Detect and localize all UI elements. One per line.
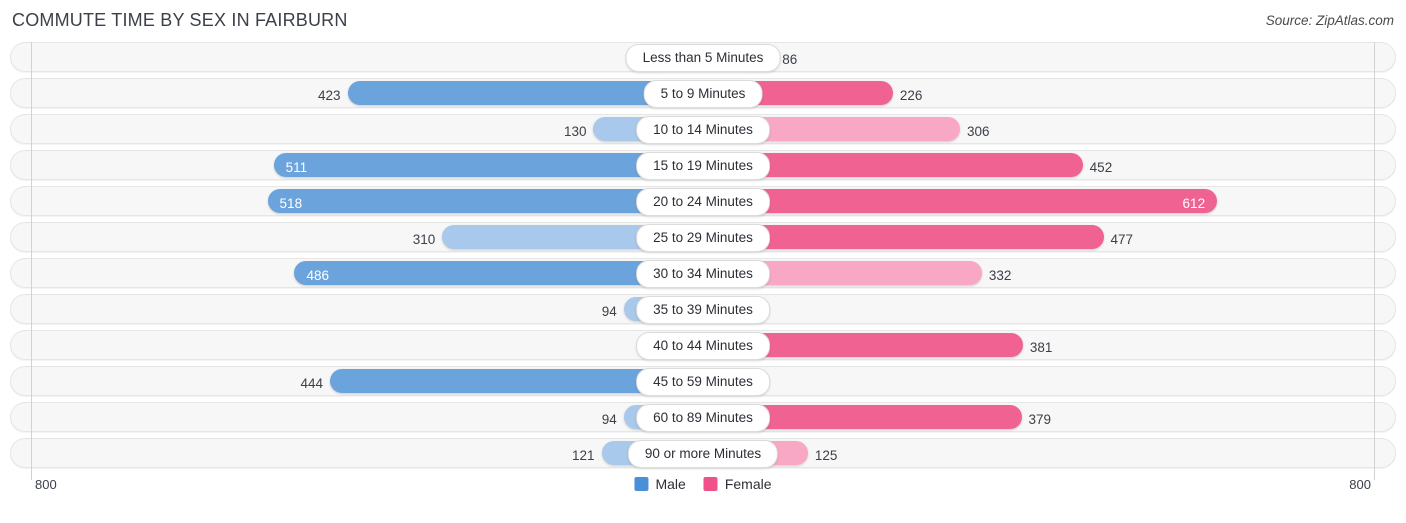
female-bar[interactable]: 612	[703, 189, 1218, 213]
male-value-label: 310	[412, 232, 436, 247]
male-half: 94	[31, 294, 703, 324]
legend-label: Male	[655, 476, 686, 492]
category-label: 45 to 59 Minutes	[636, 368, 770, 396]
male-half: 423	[31, 78, 703, 108]
male-value-label: 511	[285, 160, 308, 175]
legend-item[interactable]: Male	[634, 476, 686, 492]
legend-swatch-icon	[634, 477, 649, 491]
male-value-label: 121	[572, 448, 595, 463]
female-half: 477	[703, 222, 1375, 252]
female-value-label: 381	[1029, 340, 1053, 355]
category-label: 5 to 9 Minutes	[643, 80, 763, 108]
female-half: 44	[703, 294, 1375, 324]
male-half: 52	[31, 42, 703, 72]
female-value-label: 452	[1089, 160, 1113, 175]
chart-row: 52 86Less than 5 Minutes	[10, 42, 1396, 72]
chart-row: 310 477 25 to 29 Minutes	[10, 222, 1396, 252]
chart-plot-area: 52 86Less than 5 Minutes 423 226 5 to 9 Minu…	[10, 42, 1396, 480]
male-half: 1	[31, 330, 703, 360]
female-value-label: 612	[1182, 196, 1206, 211]
category-label: 15 to 19 Minutes	[636, 152, 770, 180]
chart-row: 1 381 40 to 44 Minutes	[10, 330, 1396, 360]
chart-row: 94 379 60 to 89 Minutes	[10, 402, 1396, 432]
female-half: 379	[703, 402, 1375, 432]
chart-header: COMMUTE TIME BY SEX IN FAIRBURN Source: …	[0, 0, 1406, 42]
category-label: 40 to 44 Minutes	[636, 332, 770, 360]
chart-row: 486 332 30 to 34 Minutes	[10, 258, 1396, 288]
chart-row: 130 306 10 to 14 Minutes	[10, 114, 1396, 144]
axis-max-right: 800	[1349, 477, 1371, 492]
chart-legend: Male Female	[634, 476, 772, 492]
male-half: 511	[31, 150, 703, 180]
chart-row: 518 612 20 to 24 Minutes	[10, 186, 1396, 216]
female-half: 306	[703, 114, 1375, 144]
category-label: 30 to 34 Minutes	[636, 260, 770, 288]
female-value-label: 226	[899, 88, 923, 103]
female-half: 381	[703, 330, 1375, 360]
male-value-label: 486	[306, 268, 329, 283]
male-half: 94	[31, 402, 703, 432]
female-half: 612	[703, 186, 1375, 216]
legend-label: Female	[724, 476, 772, 492]
female-value-label: 477	[1110, 232, 1134, 247]
female-value-label: 86	[782, 52, 798, 67]
category-label: 25 to 29 Minutes	[636, 224, 770, 252]
female-value-label: 332	[988, 268, 1012, 283]
axis-max-left: 800	[35, 477, 57, 492]
category-label: Less than 5 Minutes	[625, 44, 781, 72]
chart-row: 423 226 5 to 9 Minutes	[10, 78, 1396, 108]
male-half: 444	[31, 366, 703, 396]
category-label: 20 to 24 Minutes	[636, 188, 770, 216]
category-label: 60 to 89 Minutes	[636, 404, 770, 432]
female-value-label: 306	[967, 124, 990, 139]
category-label: 35 to 39 Minutes	[636, 296, 770, 324]
chart-row: 511 452 15 to 19 Minutes	[10, 150, 1396, 180]
chart-footer: 800 800 Male Female	[10, 474, 1396, 508]
legend-item[interactable]: Female	[703, 476, 772, 492]
female-half: 125	[703, 438, 1375, 468]
legend-swatch-icon	[703, 477, 718, 491]
female-half: 332	[703, 258, 1375, 288]
male-value-label: 423	[317, 88, 341, 103]
female-half: 452	[703, 150, 1375, 180]
page-title: COMMUTE TIME BY SEX IN FAIRBURN	[12, 10, 348, 30]
source-attribution: Source: ZipAtlas.com	[1265, 13, 1394, 28]
female-half: 86	[703, 42, 1375, 72]
male-half: 121	[31, 438, 703, 468]
male-value-label: 94	[601, 412, 617, 427]
chart-row: 94 4435 to 39 Minutes	[10, 294, 1396, 324]
male-half: 486	[31, 258, 703, 288]
chart-rows: 52 86Less than 5 Minutes 423 226 5 to 9 Minu…	[10, 42, 1396, 468]
female-value-label: 125	[814, 448, 838, 463]
male-value-label: 130	[563, 124, 587, 139]
category-label: 90 or more Minutes	[627, 440, 779, 468]
male-half: 310	[31, 222, 703, 252]
male-half: 130	[31, 114, 703, 144]
male-value-label: 518	[279, 196, 303, 211]
male-half: 518	[31, 186, 703, 216]
chart-row: 444 745 to 59 Minutes	[10, 366, 1396, 396]
category-label: 10 to 14 Minutes	[636, 116, 770, 144]
female-half: 226	[703, 78, 1375, 108]
male-value-label: 444	[300, 376, 324, 391]
male-value-label: 94	[601, 304, 617, 319]
chart-row: 121 125 90 or more Minutes	[10, 438, 1396, 468]
female-half: 7	[703, 366, 1375, 396]
female-value-label: 379	[1028, 412, 1052, 427]
